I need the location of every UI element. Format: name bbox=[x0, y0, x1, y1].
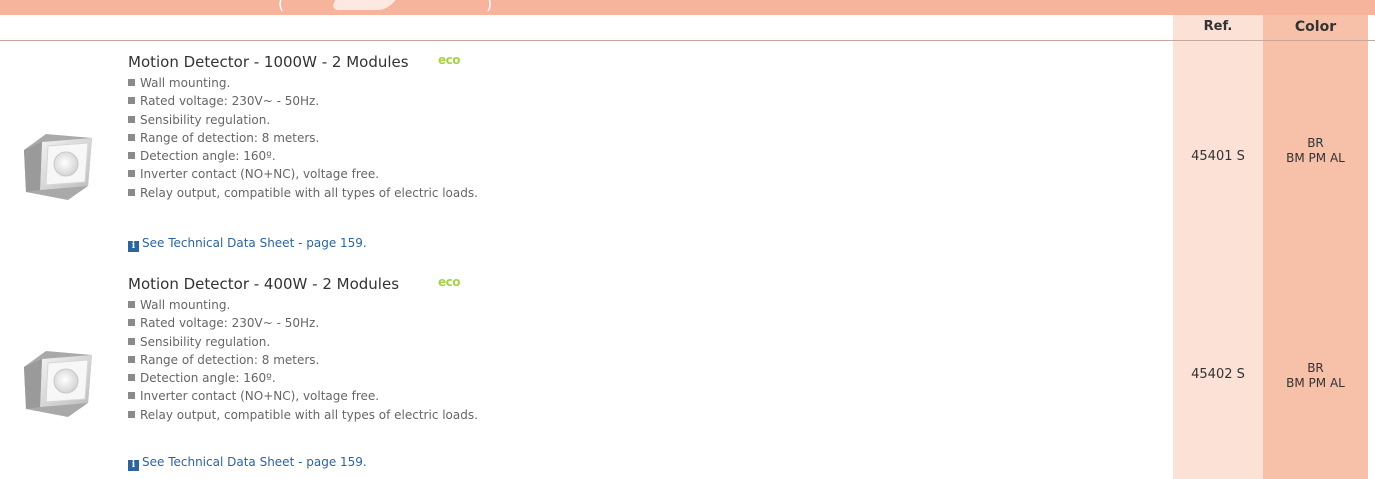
square-bullet-icon bbox=[128, 319, 135, 327]
color-column-header: Color bbox=[1294, 19, 1337, 35]
motion-detector-image bbox=[24, 351, 92, 417]
eco-badge: eco bbox=[438, 53, 461, 67]
product-title: Motion Detector - 400W - 2 Modules bbox=[128, 275, 400, 293]
square-bullet-icon bbox=[128, 133, 135, 141]
feature-text: Detection angle: 160º. bbox=[140, 371, 276, 386]
feature-item: Sensibility regulation. bbox=[128, 333, 478, 351]
product-row: Motion Detector - 1000W - 2 Modules eco … bbox=[0, 53, 1173, 260]
square-bullet-icon bbox=[128, 115, 135, 123]
color-code-line: BR bbox=[1307, 361, 1324, 375]
feature-text: Relay output, compatible with all types … bbox=[140, 185, 478, 200]
square-bullet-icon bbox=[128, 337, 135, 345]
square-bullet-icon bbox=[128, 374, 135, 382]
feature-text: Sensibility regulation. bbox=[140, 334, 271, 349]
feature-item: Relay output, compatible with all types … bbox=[128, 406, 478, 424]
square-bullet-icon bbox=[128, 392, 135, 400]
technical-data-sheet-link[interactable]: i See Technical Data Sheet - page 159. bbox=[128, 236, 367, 252]
feature-item: Inverter contact (NO+NC), voltage free. bbox=[128, 165, 478, 183]
square-bullet-icon bbox=[128, 355, 135, 363]
feature-text: Range of detection: 8 meters. bbox=[140, 130, 320, 145]
color-code-line: BR bbox=[1307, 136, 1324, 150]
ref-value: 45402 S bbox=[1191, 367, 1245, 382]
feature-item: Wall mounting. bbox=[128, 74, 478, 92]
feature-item: Rated voltage: 230V~ - 50Hz. bbox=[128, 92, 478, 110]
color-column-background bbox=[1263, 15, 1368, 479]
feature-text: Inverter contact (NO+NC), voltage free. bbox=[140, 389, 380, 404]
eco-badge: eco bbox=[438, 275, 461, 289]
square-bullet-icon bbox=[128, 188, 135, 196]
square-bullet-icon bbox=[128, 301, 135, 308]
feature-text: Detection angle: 160º. bbox=[140, 149, 276, 164]
feature-text: Inverter contact (NO+NC), voltage free. bbox=[140, 167, 380, 182]
ref-column-background bbox=[1173, 15, 1263, 479]
feature-text: Rated voltage: 230V~ - 50Hz. bbox=[140, 94, 320, 109]
product-row: Motion Detector - 400W - 2 Modules eco W… bbox=[0, 275, 1173, 479]
color-code-line: BM PM AL bbox=[1286, 376, 1345, 390]
feature-text: Wall mounting. bbox=[140, 298, 231, 312]
feature-text: Rated voltage: 230V~ - 50Hz. bbox=[140, 316, 320, 331]
feature-item: Wall mounting. bbox=[128, 296, 478, 314]
motion-detector-image bbox=[24, 134, 92, 200]
feature-item: Range of detection: 8 meters. bbox=[128, 129, 478, 147]
banner-partial-text-left: ( bbox=[278, 0, 286, 13]
product-title: Motion Detector - 1000W - 2 Modules bbox=[128, 53, 409, 71]
color-value: BR BM PM AL bbox=[1263, 136, 1368, 166]
feature-item: Inverter contact (NO+NC), voltage free. bbox=[128, 387, 478, 405]
feature-text: Sensibility regulation. bbox=[140, 112, 271, 127]
feature-item: Rated voltage: 230V~ - 50Hz. bbox=[128, 314, 478, 332]
catalog-page: ( ) Ref. Color Motion Detector - 1000W -… bbox=[0, 0, 1375, 479]
square-bullet-icon bbox=[128, 97, 135, 105]
section-banner: ( ) bbox=[0, 0, 1375, 15]
color-code-line: BM PM AL bbox=[1286, 151, 1345, 165]
feature-text: Range of detection: 8 meters. bbox=[140, 352, 320, 367]
square-bullet-icon bbox=[128, 170, 135, 178]
tds-link-text: See Technical Data Sheet - page 159. bbox=[142, 236, 367, 250]
feature-item: Detection angle: 160º. bbox=[128, 147, 478, 165]
square-bullet-icon bbox=[128, 79, 135, 86]
feature-item: Relay output, compatible with all types … bbox=[128, 184, 478, 202]
feature-item: Detection angle: 160º. bbox=[128, 369, 478, 387]
square-bullet-icon bbox=[128, 410, 135, 418]
info-icon: i bbox=[128, 241, 139, 252]
info-icon: i bbox=[128, 460, 139, 471]
technical-data-sheet-link[interactable]: i See Technical Data Sheet - page 159. bbox=[128, 455, 367, 471]
table-header-row bbox=[0, 15, 1375, 41]
banner-decoration bbox=[328, 0, 396, 10]
tds-link-text: See Technical Data Sheet - page 159. bbox=[142, 455, 367, 469]
ref-value: 45401 S bbox=[1191, 149, 1245, 164]
ref-column-header: Ref. bbox=[1203, 19, 1233, 34]
banner-partial-text-right: ) bbox=[486, 0, 493, 13]
square-bullet-icon bbox=[128, 152, 135, 160]
feature-list: Wall mounting. Rated voltage: 230V~ - 50… bbox=[128, 74, 478, 202]
color-value: BR BM PM AL bbox=[1263, 361, 1368, 391]
feature-item: Range of detection: 8 meters. bbox=[128, 351, 478, 369]
feature-list: Wall mounting. Rated voltage: 230V~ - 50… bbox=[128, 296, 478, 424]
feature-text: Wall mounting. bbox=[140, 76, 231, 90]
feature-item: Sensibility regulation. bbox=[128, 111, 478, 129]
feature-text: Relay output, compatible with all types … bbox=[140, 407, 478, 422]
